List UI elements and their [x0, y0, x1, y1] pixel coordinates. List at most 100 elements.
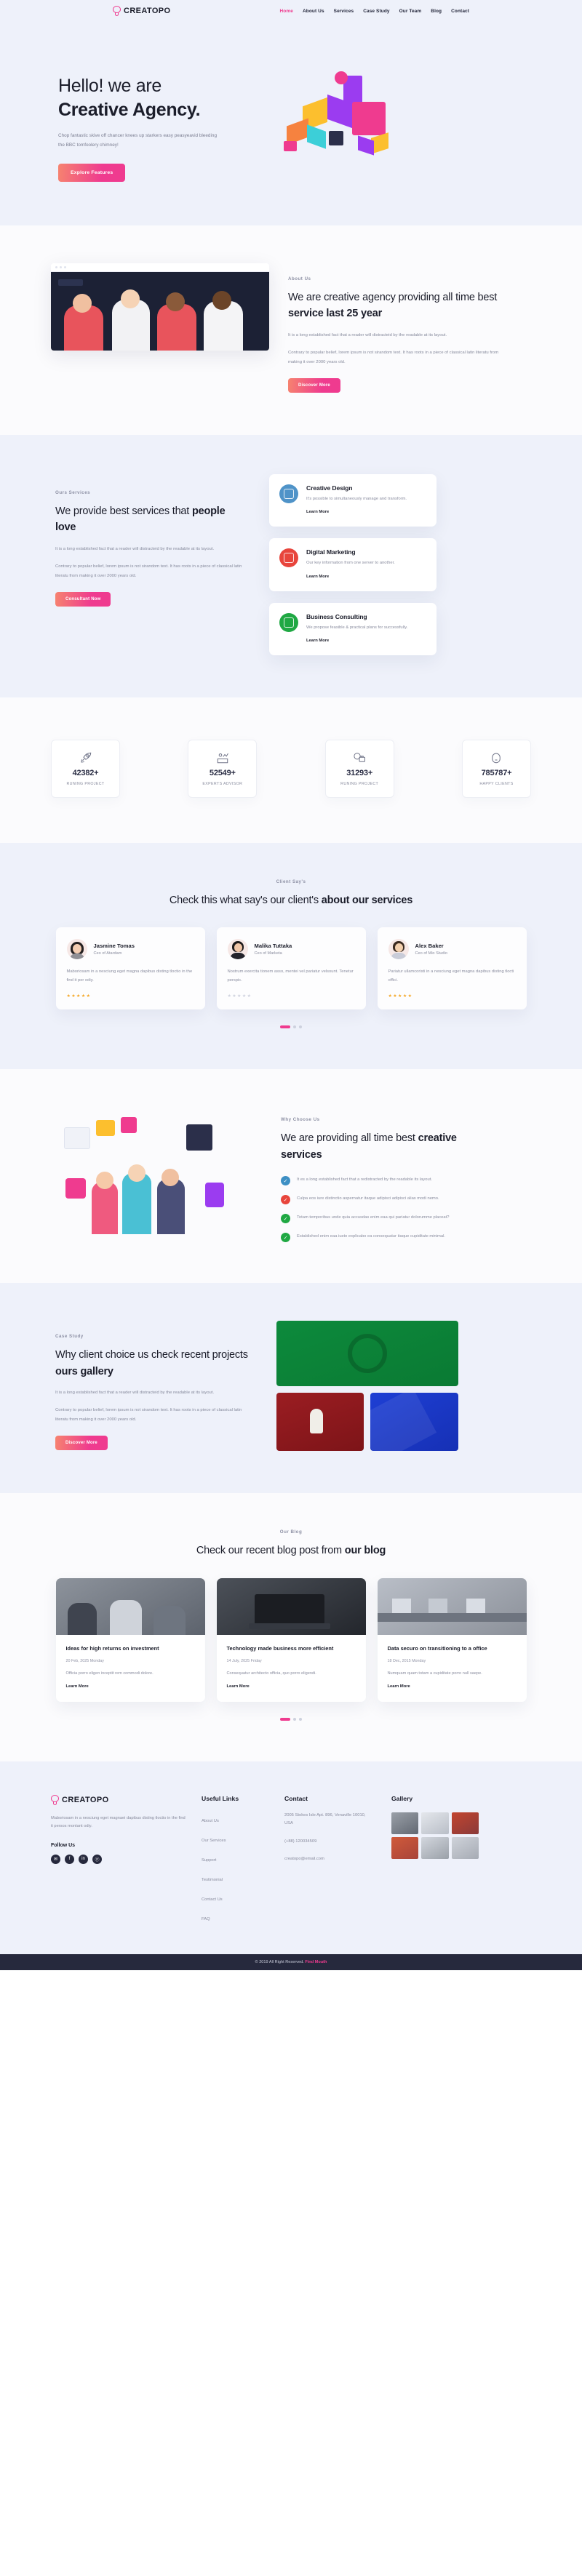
- hero-heading-line2: Creative Agency.: [58, 100, 201, 120]
- nav-item-services[interactable]: Services: [334, 9, 354, 14]
- gallery-title: Gallery: [391, 1795, 413, 1803]
- gallery-thumb[interactable]: [451, 1837, 479, 1860]
- explore-features-button[interactable]: Explore Features: [58, 163, 126, 182]
- gallery-thumb[interactable]: [421, 1837, 449, 1860]
- why-choose-section: Why Choose Us We are providing all time …: [0, 1069, 582, 1284]
- footer-brand-name: CREATOPO: [62, 1796, 109, 1805]
- linkedin-icon[interactable]: in: [79, 1854, 88, 1864]
- learn-more-link[interactable]: Learn More: [306, 639, 329, 643]
- testimonials-heading-light: Check this what say's our client's: [169, 894, 319, 906]
- footer-link-testimonial[interactable]: Testimonial: [202, 1878, 223, 1882]
- browser-dot: [60, 265, 62, 268]
- discover-more-button[interactable]: Discover More: [288, 378, 340, 393]
- avatar: [66, 939, 87, 960]
- footer-link-contact-us[interactable]: Contact Us: [202, 1897, 223, 1902]
- service-title: Digital Marketing: [306, 548, 356, 556]
- carousel-dot[interactable]: [299, 1025, 302, 1029]
- contact-email[interactable]: creatopo@email.com: [284, 1855, 375, 1863]
- service-card[interactable]: Business Consulting We propose feasible …: [269, 602, 436, 655]
- why-list: ✓ It es a long established fact that a r…: [281, 1176, 499, 1243]
- footer-link-about-us[interactable]: About Us: [202, 1819, 219, 1823]
- blog-heading-bold: our blog: [344, 1545, 386, 1557]
- blog-card[interactable]: Data securo on transitioning to a office…: [377, 1577, 527, 1703]
- follow-us-label: Follow Us: [51, 1842, 76, 1848]
- footer-link-faq[interactable]: FAQ: [202, 1917, 210, 1921]
- testimonial-card: Jasmine Tomas Ceo of Atardam Maboriosam …: [55, 927, 205, 1010]
- browser-dot: [55, 265, 57, 268]
- list-item: About Us: [202, 1812, 268, 1825]
- case-tag: Case Study: [55, 1334, 84, 1340]
- about-paragraph-2: Contrary to popular belief, lorem ipsum …: [288, 351, 499, 364]
- blog-desc: Consequatur architecto officia, quo porr…: [226, 1671, 316, 1676]
- blog-title: Technology made business more efficient: [226, 1644, 334, 1652]
- contact-phone[interactable]: (+88) 120034509: [284, 1838, 375, 1846]
- gallery-thumb[interactable]: [391, 1812, 419, 1835]
- carousel-dot[interactable]: [299, 1718, 302, 1721]
- service-card[interactable]: Digital Marketing Our key information fr…: [269, 538, 436, 591]
- stat-label: HAPPY CLIENTS: [479, 781, 514, 786]
- case-image-blue[interactable]: [370, 1393, 458, 1452]
- open-office-photo: [377, 1577, 527, 1635]
- learn-more-link[interactable]: Learn More: [306, 510, 329, 514]
- blog-heading-light: Check our recent blog post from: [196, 1545, 342, 1557]
- gallery-thumb[interactable]: [451, 1812, 479, 1835]
- blog-title: Data securo on transitioning to a office: [387, 1644, 487, 1652]
- blog-meta: 14 July, 2025 Friday: [226, 1659, 262, 1664]
- why-item-text: Culpa eos iure distinctio aspernatur ita…: [297, 1196, 439, 1201]
- case-paragraph-2: Contrary to popular belief, lorem ipsum …: [55, 1408, 242, 1422]
- carousel-dot-active[interactable]: [280, 1718, 290, 1721]
- consultant-now-button[interactable]: Consultant Now: [55, 592, 111, 607]
- gallery-thumb[interactable]: [391, 1837, 419, 1860]
- testimonial-card: Alex Baker Ceo of Mio Studio Pariatur ul…: [377, 927, 527, 1010]
- carousel-dot-active[interactable]: [280, 1025, 290, 1029]
- testimonial-cards: Jasmine Tomas Ceo of Atardam Maboriosam …: [51, 927, 531, 1010]
- blog-learn-more-link[interactable]: Learn More: [66, 1684, 89, 1689]
- service-title: Business Consulting: [306, 612, 367, 620]
- blog-learn-more-link[interactable]: Learn More: [227, 1684, 250, 1689]
- check-icon: ✓: [281, 1176, 290, 1186]
- nav-item-our-team[interactable]: Our Team: [399, 9, 422, 14]
- twitter-icon[interactable]: ✉: [51, 1854, 60, 1864]
- nav-item-contact[interactable]: Contact: [451, 9, 469, 14]
- brand-logo[interactable]: CREATOPO: [112, 6, 171, 16]
- nav-item-about-us[interactable]: About Us: [303, 9, 324, 14]
- facebook-icon[interactable]: f: [65, 1854, 74, 1864]
- blog-card[interactable]: Ideas for high returns on investment 20 …: [55, 1577, 205, 1703]
- gallery-grid: [391, 1812, 479, 1860]
- nav-item-case-study[interactable]: Case Study: [363, 9, 389, 14]
- list-item: Support: [202, 1852, 268, 1865]
- browser-dot: [64, 265, 66, 268]
- stat-card: 31293+ RUNING PROJECT: [324, 739, 394, 798]
- hero-paragraph: Chop fantastic skive off chancer knees u…: [58, 133, 217, 148]
- copyright-pre: © 2019 All Right Reserved.: [255, 1960, 304, 1965]
- footer-link-support[interactable]: Support: [202, 1858, 216, 1863]
- learn-more-link[interactable]: Learn More: [306, 575, 329, 579]
- carousel-dot[interactable]: [293, 1718, 296, 1721]
- footer-link-our-services[interactable]: Our Services: [202, 1839, 226, 1843]
- nav-item-blog[interactable]: Blog: [431, 9, 442, 14]
- footer-brand[interactable]: CREATOPO: [51, 1795, 186, 1806]
- about-heading-light: We are creative agency providing all tim…: [288, 291, 498, 303]
- service-card[interactable]: Creative Design It's possible to simulta…: [269, 474, 436, 527]
- design-icon: [279, 484, 298, 504]
- about-paragraph-1: It is a long established fact that a rea…: [288, 332, 447, 337]
- brand-name: CREATOPO: [123, 7, 171, 15]
- hero-content: Hello! we are Creative Agency. Chop fant…: [51, 64, 262, 182]
- carousel-dot[interactable]: [293, 1025, 296, 1029]
- stat-card: 52549+ EXPERTS ADVISOR: [188, 739, 258, 798]
- case-discover-more-button[interactable]: Discover More: [55, 1436, 108, 1451]
- blog-learn-more-link[interactable]: Learn More: [388, 1684, 410, 1689]
- gallery-thumb[interactable]: [421, 1812, 449, 1835]
- pinterest-icon[interactable]: ⓟ: [92, 1854, 102, 1864]
- blog-card[interactable]: Technology made business more efficient …: [216, 1577, 366, 1703]
- copyright-brand[interactable]: Find Mouth: [305, 1960, 327, 1964]
- about-image: [51, 263, 269, 351]
- avatar: [388, 939, 409, 960]
- blog-heading: Check our recent blog post from our blog: [51, 1543, 531, 1559]
- case-image-green[interactable]: [276, 1321, 458, 1387]
- team-photo: [51, 271, 269, 351]
- case-image-red[interactable]: [276, 1393, 364, 1452]
- hero-section: Hello! we are Creative Agency. Chop fant…: [0, 22, 582, 225]
- nav-item-home[interactable]: Home: [280, 9, 293, 14]
- stat-card: 785787+ HAPPY CLIENTS: [461, 739, 531, 798]
